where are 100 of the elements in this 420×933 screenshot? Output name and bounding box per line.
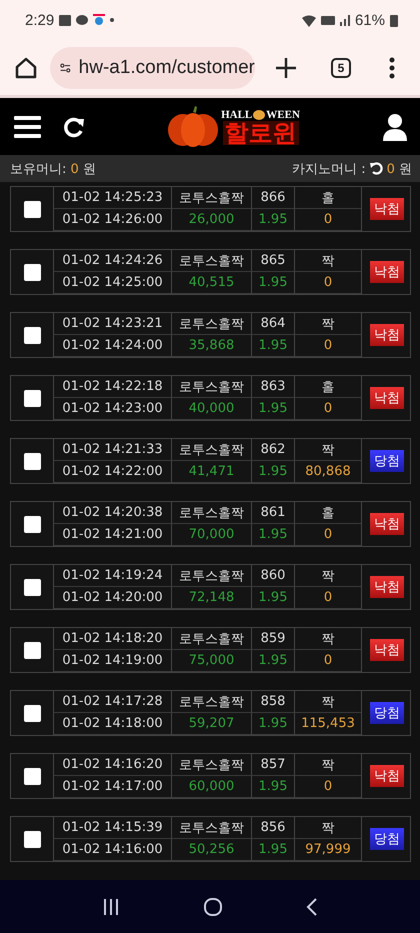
stake-amount: 50,256 — [171, 839, 251, 861]
bet-time: 01-02 14:19:24 — [53, 565, 171, 587]
stake-amount: 75,000 — [171, 650, 251, 672]
odds: 1.95 — [251, 587, 294, 609]
game-name: 로투스홀짝 — [171, 313, 251, 335]
new-tab-button[interactable] — [275, 56, 297, 78]
payout-amount: 97,999 — [294, 839, 361, 861]
close-time: 01-02 14:24:00 — [53, 335, 171, 357]
pick: 짝 — [294, 754, 361, 776]
round-number: 857 — [251, 754, 294, 776]
row-checkbox[interactable] — [24, 264, 40, 280]
round-number: 859 — [251, 628, 294, 650]
pick: 홀 — [294, 187, 361, 209]
row-checkbox[interactable] — [24, 642, 40, 658]
row-checkbox[interactable] — [24, 326, 40, 344]
game-name: 로투스홀짝 — [171, 250, 251, 272]
bet-time: 01-02 14:20:38 — [53, 502, 171, 524]
bet-time: 01-02 14:21:33 — [53, 439, 171, 461]
more-menu-button[interactable] — [389, 56, 395, 78]
game-name: 로투스홀짝 — [171, 439, 251, 461]
refresh-button[interactable] — [63, 116, 85, 138]
bet-time: 01-02 14:25:23 — [53, 187, 171, 209]
round-number: 862 — [251, 439, 294, 461]
result-badge: 당첨 — [370, 450, 404, 472]
result-badge: 당첨 — [370, 828, 404, 850]
row-checkbox[interactable] — [24, 704, 40, 722]
battery-icon — [390, 14, 398, 26]
address-bar[interactable]: hw-a1.com/customer — [50, 46, 255, 88]
tab-count-button[interactable]: 5 — [331, 58, 351, 78]
bet-time: 01-02 14:23:21 — [53, 313, 171, 335]
back-button[interactable] — [306, 896, 318, 916]
pick: 짝 — [294, 628, 361, 650]
image-icon — [59, 14, 72, 26]
result-badge: 낙첨 — [370, 513, 404, 535]
row-checkbox[interactable] — [24, 452, 40, 470]
round-number: 863 — [251, 376, 294, 398]
result-badge: 낙첨 — [370, 387, 404, 409]
row-checkbox[interactable] — [24, 830, 40, 848]
odds: 1.95 — [251, 650, 294, 672]
stake-amount: 70,000 — [171, 524, 251, 546]
pick: 짝 — [294, 439, 361, 461]
payout-amount: 0 — [294, 272, 361, 294]
round-number: 865 — [251, 250, 294, 272]
home-nav-button[interactable] — [202, 896, 223, 916]
bet-time: 01-02 14:17:28 — [53, 691, 171, 713]
result-badge: 낙첨 — [370, 261, 404, 283]
user-button[interactable] — [382, 112, 408, 140]
close-time: 01-02 14:23:00 — [53, 398, 171, 420]
pick: 짝 — [294, 691, 361, 713]
stake-amount: 40,000 — [171, 398, 251, 420]
stake-amount: 59,207 — [171, 713, 251, 735]
menu-button[interactable] — [14, 114, 41, 138]
result-badge: 당첨 — [370, 702, 404, 724]
pick: 짝 — [294, 817, 361, 839]
bet-time: 01-02 14:16:20 — [53, 754, 171, 776]
close-time: 01-02 14:20:00 — [53, 587, 171, 609]
round-number: 856 — [251, 817, 294, 839]
result-badge: 낙첨 — [370, 576, 404, 598]
row-checkbox[interactable] — [24, 578, 40, 596]
close-time: 01-02 14:22:00 — [53, 461, 171, 483]
odds: 1.95 — [251, 776, 294, 798]
bet-time: 01-02 14:18:20 — [53, 628, 171, 650]
payout-amount: 0 — [294, 587, 361, 609]
result-badge: 낙첨 — [370, 324, 404, 346]
payout-amount: 0 — [294, 335, 361, 357]
game-name: 로투스홀짝 — [171, 376, 251, 398]
game-name: 로투스홀짝 — [171, 628, 251, 650]
bet-time: 01-02 14:24:26 — [53, 250, 171, 272]
game-name: 로투스홀짝 — [171, 502, 251, 524]
close-time: 01-02 14:26:00 — [53, 209, 171, 231]
logo-text: WEEN — [266, 108, 300, 120]
round-number: 860 — [251, 565, 294, 587]
logo-title: 할로윈 — [222, 120, 298, 144]
site-settings-icon — [60, 60, 71, 74]
round-number: 858 — [251, 691, 294, 713]
odds: 1.95 — [251, 209, 294, 231]
reload-button[interactable] — [370, 162, 383, 175]
row-checkbox[interactable] — [24, 516, 40, 532]
game-name: 로투스홀짝 — [171, 565, 251, 587]
pumpkin-icon — [167, 106, 220, 148]
wifi-icon — [302, 14, 316, 26]
game-name: 로투스홀짝 — [171, 817, 251, 839]
close-time: 01-02 14:16:00 — [53, 839, 171, 861]
close-time: 01-02 14:25:00 — [53, 272, 171, 294]
stake-amount: 41,471 — [171, 461, 251, 483]
odds: 1.95 — [251, 713, 294, 735]
row-checkbox[interactable] — [24, 200, 40, 218]
row-checkbox[interactable] — [24, 768, 40, 784]
round-number: 861 — [251, 502, 294, 524]
close-time: 01-02 14:21:00 — [53, 524, 171, 546]
payout-amount: 0 — [294, 776, 361, 798]
odds: 1.95 — [251, 335, 294, 357]
game-name: 로투스홀짝 — [171, 187, 251, 209]
stake-amount: 35,868 — [171, 335, 251, 357]
payout-amount: 0 — [294, 650, 361, 672]
recent-apps-button[interactable] — [102, 898, 120, 916]
home-button[interactable] — [14, 56, 38, 80]
row-checkbox[interactable] — [24, 390, 40, 406]
game-name: 로투스홀짝 — [171, 754, 251, 776]
casino-balance: 0 원 — [386, 160, 412, 178]
